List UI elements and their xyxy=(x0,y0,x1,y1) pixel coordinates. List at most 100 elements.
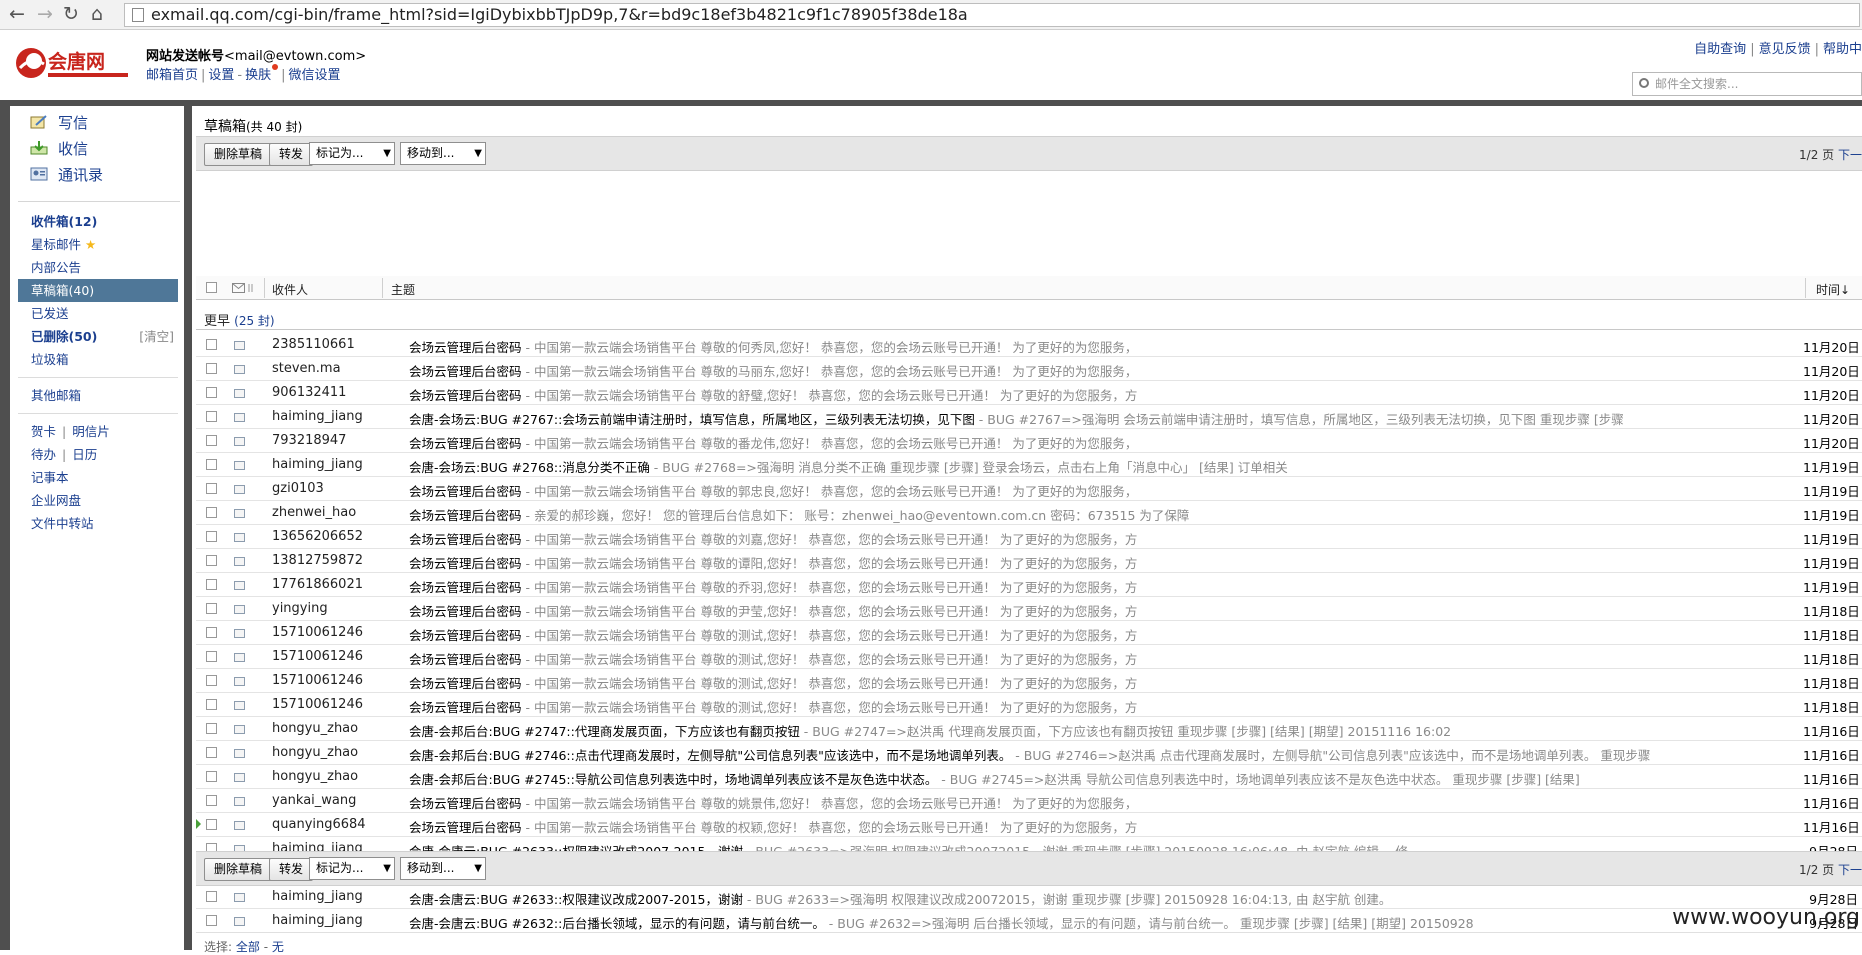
address-bar[interactable]: exmail.qq.com/cgi-bin/frame_html?sid=Igi… xyxy=(124,3,1860,27)
subject-cell[interactable]: 会场云管理后台密码 - 中国第一款云端会场销售平台 尊敬的马丽东,您好！ 恭喜您… xyxy=(409,361,1749,380)
folder-sent[interactable]: 已发送 xyxy=(18,302,178,325)
subject-cell[interactable]: 会场云管理后台密码 - 中国第一款云端会场销售平台 尊敬的测试,您好！ 恭喜您，… xyxy=(409,625,1749,644)
mark-as-select[interactable]: 标记为... ▼ xyxy=(309,142,395,165)
row-checkbox[interactable] xyxy=(206,747,217,758)
folder-inbox[interactable]: 收件箱(12) xyxy=(18,210,178,233)
link-notes[interactable]: 记事本 xyxy=(18,466,178,489)
row-checkbox[interactable] xyxy=(206,387,217,398)
mail-row[interactable]: haiming_jiang 会唐-会唐云:BUG #2633::权限建议改成200… xyxy=(196,885,1862,909)
row-checkbox[interactable] xyxy=(206,483,217,494)
subject-cell[interactable]: 会场云管理后台密码 - 中国第一款云端会场销售平台 尊敬的尹莹,您好！ 恭喜您，… xyxy=(409,601,1749,620)
receive-button[interactable]: 收信 xyxy=(30,138,88,160)
mail-row[interactable]: 906132411 会场云管理后台密码 - 中国第一款云端会场销售平台 尊敬的舒璧… xyxy=(196,381,1862,405)
forward-arrow-icon[interactable]: → xyxy=(34,3,56,25)
col-subject[interactable]: 主题 xyxy=(391,281,415,298)
link-settings[interactable]: 设置 xyxy=(208,68,234,83)
link-self-service[interactable]: 自助查询 xyxy=(1694,42,1746,57)
subject-cell[interactable]: 会唐-会唐云:BUG #2632::后台播长领域，显示的有问题，请与前台统一。 … xyxy=(409,913,1749,932)
row-checkbox[interactable] xyxy=(206,579,217,590)
row-checkbox[interactable] xyxy=(206,435,217,446)
mail-row[interactable]: yankai_wang 会场云管理后台密码 - 中国第一款云端会场销售平台 尊敬的… xyxy=(196,789,1862,813)
link-greeting-card[interactable]: 贺卡 xyxy=(31,424,56,439)
folder-drafts[interactable]: 草稿箱(40) xyxy=(18,279,178,302)
mail-row[interactable]: 2385110661 会场云管理后台密码 - 中国第一款云端会场销售平台 尊敬的何… xyxy=(196,333,1862,357)
row-checkbox[interactable] xyxy=(206,699,217,710)
subject-cell[interactable]: 会场云管理后台密码 - 中国第一款云端会场销售平台 尊敬的姚景伟,您好！ 恭喜您… xyxy=(409,793,1749,812)
subject-cell[interactable]: 会场云管理后台密码 - 中国第一款云端会场销售平台 尊敬的测试,您好！ 恭喜您，… xyxy=(409,649,1749,668)
row-checkbox[interactable] xyxy=(206,627,217,638)
link-file-transfer[interactable]: 文件中转站 xyxy=(18,512,178,535)
subject-cell[interactable]: 会唐-会场云:BUG #2767::会场云前端申请注册时，填写信息，所属地区，三… xyxy=(409,409,1749,428)
mail-row[interactable]: haiming_jiang 会唐-会场云:BUG #2768::消息分类不正确 -… xyxy=(196,453,1862,477)
mail-row[interactable]: gzi0103 会场云管理后台密码 - 中国第一款云端会场销售平台 尊敬的郭忠良,… xyxy=(196,477,1862,501)
subject-cell[interactable]: 会场云管理后台密码 - 中国第一款云端会场销售平台 尊敬的郭忠良,您好！ 恭喜您… xyxy=(409,481,1749,500)
folder-deleted[interactable]: 已删除(50) [清空] xyxy=(18,325,178,348)
mail-row[interactable]: zhenwei_hao 会场云管理后台密码 - 亲爱的郝珍巍，您好！ 您的管理后台… xyxy=(196,501,1862,525)
reload-icon[interactable]: ↻ xyxy=(60,3,82,25)
link-feedback[interactable]: 意见反馈 xyxy=(1759,42,1811,57)
link-postcard[interactable]: 明信片 xyxy=(72,424,110,439)
subject-cell[interactable]: 会场云管理后台密码 - 中国第一款云端会场销售平台 尊敬的何秀凤,您好！ 恭喜您… xyxy=(409,337,1749,356)
forward-button[interactable]: 转发 xyxy=(269,143,314,166)
subject-cell[interactable]: 会场云管理后台密码 - 中国第一款云端会场销售平台 尊敬的谭阳,您好！ 恭喜您，… xyxy=(409,553,1749,572)
mail-row[interactable]: hongyu_zhao 会唐-会邦后台:BUG #2745::导航公司信息列表选中… xyxy=(196,765,1862,789)
subject-cell[interactable]: 会唐-会场云:BUG #2768::消息分类不正确 - BUG #2768=>强… xyxy=(409,457,1749,476)
delete-draft-button[interactable]: 删除草稿 xyxy=(204,143,273,166)
row-checkbox[interactable] xyxy=(206,603,217,614)
col-time[interactable]: 时间↓ xyxy=(1816,281,1850,298)
subject-cell[interactable]: 会唐-会唐云:BUG #2633::权限建议改成2007-2015，谢谢 - B… xyxy=(409,889,1749,908)
link-calendar[interactable]: 日历 xyxy=(72,447,97,462)
select-all-checkbox[interactable] xyxy=(206,282,217,293)
mail-row[interactable]: hongyu_zhao 会唐-会邦后台:BUG #2747::代理商发展页面，下方… xyxy=(196,717,1862,741)
folder-trash[interactable]: 垃圾箱 xyxy=(18,348,178,371)
row-checkbox[interactable] xyxy=(206,459,217,470)
select-all-link[interactable]: 全部 xyxy=(236,940,260,954)
row-checkbox[interactable] xyxy=(206,363,217,374)
mail-row[interactable]: haiming_jiang 会唐-会场云:BUG #2767::会场云前端申请注册… xyxy=(196,405,1862,429)
back-arrow-icon[interactable]: ← xyxy=(6,3,28,25)
mail-row[interactable]: haiming_jiang 会唐-会唐云:BUG #2632::后台播长领域，显示… xyxy=(196,909,1862,933)
row-checkbox[interactable] xyxy=(206,891,217,902)
subject-cell[interactable]: 会场云管理后台密码 - 亲爱的郝珍巍，您好！ 您的管理后台信息如下： 账号：zh… xyxy=(409,505,1749,524)
subject-cell[interactable]: 会场云管理后台密码 - 中国第一款云端会场销售平台 尊敬的舒璧,您好！ 恭喜您，… xyxy=(409,385,1749,404)
row-checkbox[interactable] xyxy=(206,795,217,806)
folder-other[interactable]: 其他邮箱 xyxy=(18,384,178,407)
next-page-link[interactable]: 下一 xyxy=(1838,863,1862,877)
subject-cell[interactable]: 会唐-会邦后台:BUG #2746::点击代理商发展时，左侧导航"公司信息列表"… xyxy=(409,745,1749,764)
row-checkbox[interactable] xyxy=(206,771,217,782)
mail-row[interactable]: 15710061246 会场云管理后台密码 - 中国第一款云端会场销售平台 尊敬的… xyxy=(196,645,1862,669)
link-todo[interactable]: 待办 xyxy=(31,447,56,462)
row-checkbox[interactable] xyxy=(206,675,217,686)
row-checkbox[interactable] xyxy=(206,339,217,350)
link-help[interactable]: 帮助中 xyxy=(1823,42,1862,57)
mail-row[interactable]: 793218947 会场云管理后台密码 - 中国第一款云端会场销售平台 尊敬的番龙… xyxy=(196,429,1862,453)
subject-cell[interactable]: 会唐-会邦后台:BUG #2747::代理商发展页面，下方应该也有翻页按钮 - … xyxy=(409,721,1749,740)
row-checkbox[interactable] xyxy=(206,555,217,566)
row-checkbox[interactable] xyxy=(206,507,217,518)
mail-row[interactable]: 15710061246 会场云管理后台密码 - 中国第一款云端会场销售平台 尊敬的… xyxy=(196,621,1862,645)
home-icon[interactable]: ⌂ xyxy=(86,3,108,25)
mail-row[interactable]: yingying 会场云管理后台密码 - 中国第一款云端会场销售平台 尊敬的尹莹,… xyxy=(196,597,1862,621)
next-page-link[interactable]: 下一 xyxy=(1838,148,1862,162)
subject-cell[interactable]: 会唐-会邦后台:BUG #2745::导航公司信息列表选中时，场地调单列表应该不… xyxy=(409,769,1749,788)
row-checkbox[interactable] xyxy=(206,411,217,422)
folder-starred[interactable]: 星标邮件 ★ xyxy=(18,233,178,256)
move-to-select-bottom[interactable]: 移动到... ▼ xyxy=(400,857,486,880)
move-to-select[interactable]: 移动到... ▼ xyxy=(400,142,486,165)
row-checkbox[interactable] xyxy=(206,651,217,662)
subject-cell[interactable]: 会场云管理后台密码 - 中国第一款云端会场销售平台 尊敬的番龙伟,您好！ 恭喜您… xyxy=(409,433,1749,452)
mail-row[interactable]: 17761866021 会场云管理后台密码 - 中国第一款云端会场销售平台 尊敬的… xyxy=(196,573,1862,597)
subject-cell[interactable]: 会场云管理后台密码 - 中国第一款云端会场销售平台 尊敬的测试,您好！ 恭喜您，… xyxy=(409,697,1749,716)
subject-cell[interactable]: 会场云管理后台密码 - 中国第一款云端会场销售平台 尊敬的刘嘉,您好！ 恭喜您，… xyxy=(409,529,1749,548)
compose-button[interactable]: 写信 xyxy=(30,112,88,134)
select-none-link[interactable]: 无 xyxy=(272,940,284,954)
company-logo[interactable]: 会唐网 xyxy=(12,44,134,82)
contacts-button[interactable]: 通讯录 xyxy=(30,164,103,186)
subject-cell[interactable]: 会场云管理后台密码 - 中国第一款云端会场销售平台 尊敬的权颖,您好！ 恭喜您，… xyxy=(409,817,1749,836)
folder-notice[interactable]: 内部公告 xyxy=(18,256,178,279)
link-mail-home[interactable]: 邮箱首页 xyxy=(146,68,198,83)
subject-cell[interactable]: 会场云管理后台密码 - 中国第一款云端会场销售平台 尊敬的乔羽,您好！ 恭喜您，… xyxy=(409,577,1749,596)
search-input[interactable]: 邮件全文搜索... xyxy=(1632,72,1862,96)
group-count-link[interactable]: (25 封) xyxy=(234,314,274,328)
delete-draft-button-bottom[interactable]: 删除草稿 xyxy=(204,858,273,881)
